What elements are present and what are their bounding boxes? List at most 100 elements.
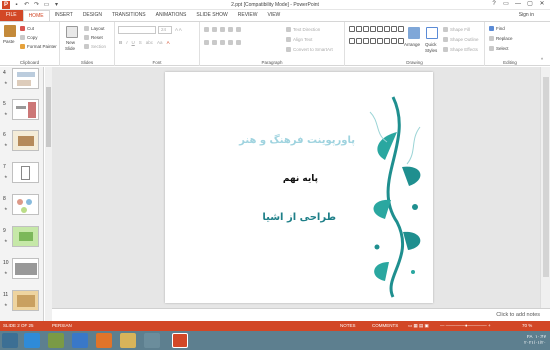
thumbnail-slide-6[interactable]: 6 ★ — [3, 130, 39, 154]
slide-subtitle-grade[interactable]: پایه نهم — [283, 174, 318, 184]
tab-design[interactable]: DESIGN — [78, 10, 107, 21]
paste-icon[interactable] — [4, 25, 16, 37]
change-case-button[interactable]: Aa — [157, 40, 163, 45]
format-painter-button[interactable]: Format Painter — [20, 44, 57, 49]
shapes-gallery[interactable] — [349, 26, 404, 48]
section-button[interactable]: Section — [84, 44, 106, 49]
thumbnail-slide-11[interactable]: 11 ★ — [3, 290, 39, 314]
arrow-shape-icon[interactable] — [349, 37, 355, 44]
rect-shape-icon[interactable] — [377, 26, 383, 32]
clock-date[interactable]: ۲۰۲۱/۰۱/۲۰ — [524, 340, 546, 345]
font-name-select[interactable] — [118, 26, 156, 34]
arrange-icon[interactable] — [408, 27, 420, 39]
quick-styles-icon[interactable] — [426, 27, 438, 39]
justify-icon[interactable] — [228, 40, 233, 45]
arrow-shape-icon[interactable] — [356, 37, 362, 44]
italic-button[interactable]: I — [126, 40, 127, 45]
notes-toggle-button[interactable]: NOTES — [340, 323, 356, 328]
start-button[interactable] — [2, 333, 18, 348]
font-size-select[interactable]: 24 — [158, 26, 172, 34]
cut-button[interactable]: Cut — [20, 26, 34, 31]
font-color-button[interactable]: A — [167, 40, 170, 45]
new-slide-button-line2[interactable]: Slide — [65, 46, 75, 51]
bold-button[interactable]: B — [119, 40, 122, 45]
powerpoint-taskbar-icon[interactable] — [172, 333, 188, 348]
star-shape-icon[interactable] — [377, 37, 383, 44]
shadow-button[interactable]: S — [139, 40, 142, 45]
increase-indent-icon[interactable] — [228, 27, 233, 32]
line-shape-icon[interactable] — [370, 26, 376, 32]
minimize-button[interactable]: — — [512, 0, 524, 9]
clock-time[interactable]: ۱۰:۴۷ — [535, 334, 546, 339]
thumbnail-slide-4[interactable]: 4 ★ — [3, 68, 39, 92]
textbox-shape-icon[interactable] — [349, 26, 355, 32]
file-explorer-icon[interactable] — [120, 333, 136, 348]
align-center-icon[interactable] — [212, 40, 217, 45]
tab-view[interactable]: VIEW — [263, 10, 286, 21]
columns-icon[interactable] — [236, 40, 241, 45]
firefox-icon[interactable] — [96, 333, 112, 348]
tab-slide-show[interactable]: SLIDE SHOW — [191, 10, 232, 21]
scrollbar-thumb[interactable] — [46, 87, 51, 147]
collapse-ribbon-icon[interactable]: ^ — [541, 57, 543, 62]
language-bar[interactable]: FA — [527, 334, 533, 339]
internet-explorer-icon[interactable] — [72, 333, 88, 348]
zoom-level[interactable]: 70 % — [522, 323, 532, 328]
quick-styles-button-line2[interactable]: Styles — [425, 48, 437, 53]
thumbnails-scrollbar[interactable] — [45, 67, 52, 321]
tab-review[interactable]: REVIEW — [233, 10, 263, 21]
triangle-shape-icon[interactable] — [391, 26, 397, 32]
thumbnail-slide-7[interactable]: 7 ★ — [3, 162, 39, 186]
thumbnail-slide-5[interactable]: 5 ★ — [3, 99, 39, 123]
numbering-icon[interactable] — [212, 27, 217, 32]
new-slide-icon[interactable] — [66, 26, 78, 38]
chrome-icon[interactable] — [48, 333, 64, 348]
help-button[interactable]: ? — [488, 0, 500, 9]
tab-transitions[interactable]: TRANSITIONS — [107, 10, 151, 21]
canvas-scrollbar[interactable] — [540, 67, 550, 308]
align-right-icon[interactable] — [220, 40, 225, 45]
replace-button[interactable]: Replace — [489, 36, 513, 41]
maximize-button[interactable]: ▢ — [524, 0, 536, 9]
ribbon-display-button[interactable]: ▭ — [500, 0, 512, 9]
shape-outline-button[interactable]: Shape Outline — [443, 37, 479, 42]
align-text-button[interactable]: Align Text — [286, 37, 312, 42]
new-slide-button[interactable]: New — [66, 40, 75, 45]
decrease-indent-icon[interactable] — [220, 27, 225, 32]
bracket-shape-icon[interactable] — [370, 37, 376, 44]
convert-smartart-button[interactable]: Convert to SmartArt — [286, 47, 333, 52]
slide-subtitle-topic[interactable]: طراحی از اشیا — [262, 212, 336, 223]
bullets-icon[interactable] — [204, 27, 209, 32]
telegram-icon[interactable] — [24, 333, 40, 348]
tab-home[interactable]: HOME — [22, 10, 50, 21]
quick-styles-button[interactable]: Quick — [425, 42, 437, 47]
media-player-icon[interactable] — [144, 333, 160, 348]
arrange-button[interactable]: Arrange — [404, 42, 420, 47]
layout-button[interactable]: Layout — [84, 26, 105, 31]
thumbnail-slide-8[interactable]: 8 ★ — [3, 194, 39, 218]
rect-shape-icon[interactable] — [398, 26, 404, 32]
tab-insert[interactable]: INSERT — [50, 10, 78, 21]
brace-shape-icon[interactable] — [384, 37, 390, 44]
close-button[interactable]: ✕ — [536, 0, 548, 9]
thumbnail-slide-10[interactable]: 10 ★ — [3, 258, 39, 282]
slide-title[interactable]: پاورپوینت فرهنگ و هنر — [239, 135, 355, 146]
underline-button[interactable]: U — [132, 40, 135, 45]
notes-pane[interactable]: Click to add notes — [52, 308, 550, 321]
shape-effects-button[interactable]: Shape Effects — [443, 47, 478, 52]
strikethrough-button[interactable]: abc — [146, 40, 153, 45]
brace-shape-icon[interactable] — [391, 37, 397, 44]
text-direction-button[interactable]: Text Direction — [286, 27, 320, 32]
comments-toggle-button[interactable]: COMMENTS — [372, 323, 398, 328]
select-button[interactable]: Select — [489, 46, 509, 51]
current-slide[interactable]: پاورپوینت فرهنگ و هنر پایه نهم طراحی از … — [165, 72, 433, 303]
copy-button[interactable]: Copy — [20, 35, 38, 40]
textbox-shape-icon[interactable] — [356, 26, 362, 32]
paste-button[interactable]: Paste — [3, 39, 15, 44]
bracket-shape-icon[interactable] — [363, 37, 369, 44]
language-indicator[interactable]: PERSIAN — [52, 323, 72, 328]
scrollbar-thumb[interactable] — [543, 77, 549, 277]
line-shape-icon[interactable] — [363, 26, 369, 32]
align-left-icon[interactable] — [204, 40, 209, 45]
line-spacing-icon[interactable] — [236, 27, 241, 32]
